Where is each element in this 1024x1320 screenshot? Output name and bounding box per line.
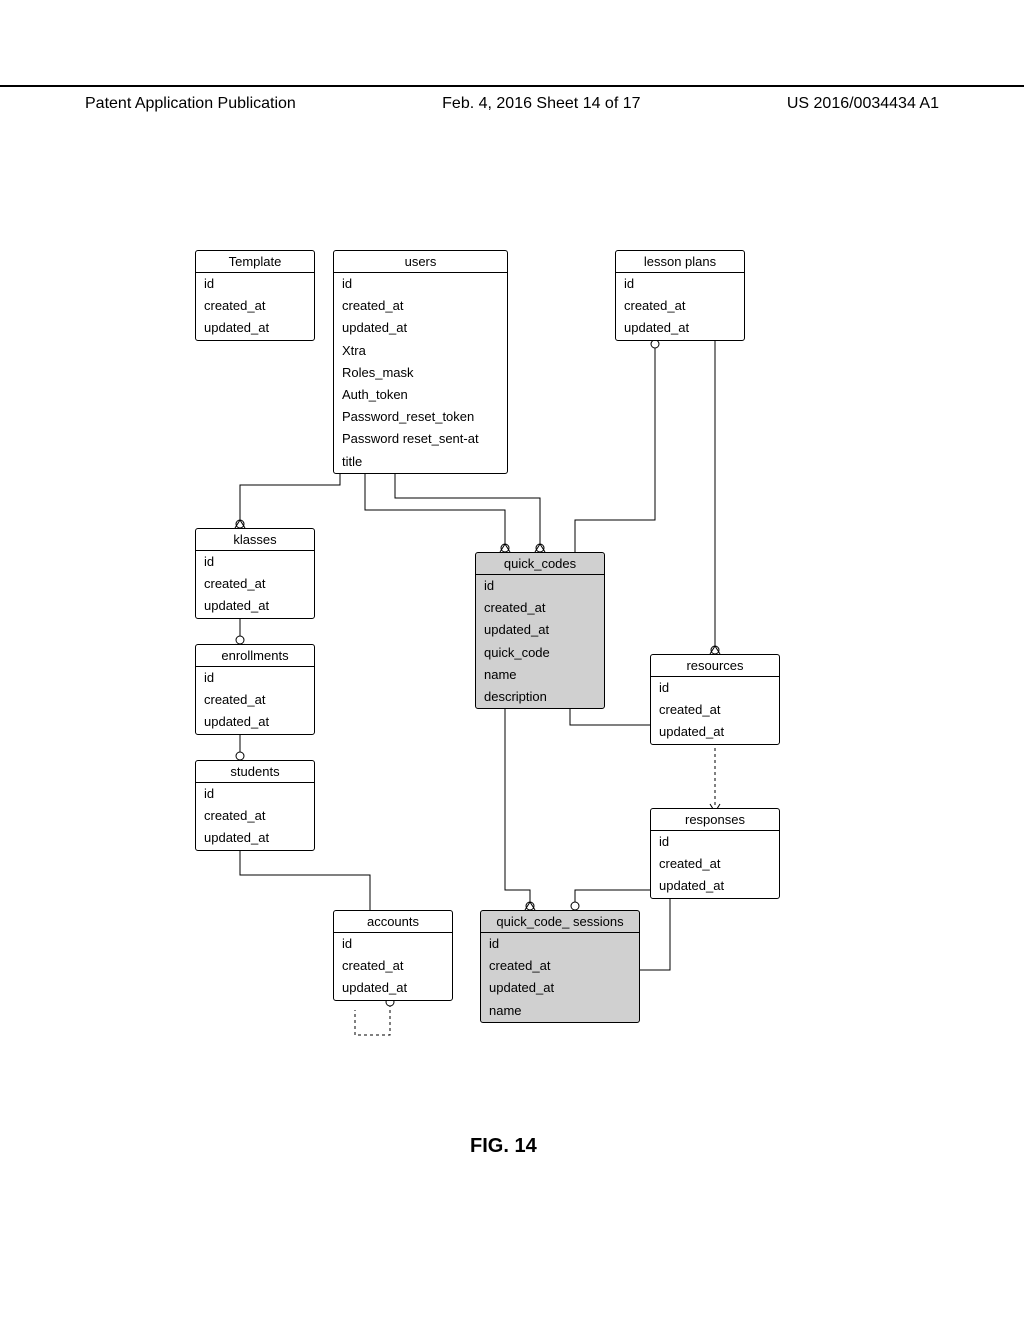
header-left: Patent Application Publication [85,95,296,113]
entity-quick-codes: quick_codes id created_at updated_at qui… [475,552,605,709]
entity-field: id [196,783,314,805]
entity-field: updated_at [651,721,779,743]
entity-field: updated_at [196,827,314,849]
entity-field: updated_at [481,977,639,999]
entity-field: created_at [196,689,314,711]
entity-field: Password reset_sent-at [334,428,507,450]
entity-title: resources [651,655,779,677]
entity-field: updated_at [196,595,314,617]
entity-field: id [651,677,779,699]
entity-title: enrollments [196,645,314,667]
entity-title: klasses [196,529,314,551]
entity-klasses: klasses id created_at updated_at [195,528,315,619]
entity-field: id [196,551,314,573]
entity-resources: resources id created_at updated_at [650,654,780,745]
header-right: US 2016/0034434 A1 [787,95,939,113]
er-diagram: Template id created_at updated_at users … [195,250,875,1080]
entity-title: accounts [334,911,452,933]
entity-field: created_at [476,597,604,619]
entity-title: quick_code_ sessions [481,911,639,933]
entity-responses: responses id created_at updated_at [650,808,780,899]
entity-field: updated_at [476,619,604,641]
entity-quick-code-sessions: quick_code_ sessions id created_at updat… [480,910,640,1023]
entity-field: created_at [651,853,779,875]
figure-label: FIG. 14 [470,1135,537,1158]
header-center: Feb. 4, 2016 Sheet 14 of 17 [442,95,640,113]
entity-enrollments: enrollments id created_at updated_at [195,644,315,735]
entity-field: Roles_mask [334,362,507,384]
entity-field: Xtra [334,340,507,362]
entity-field: created_at [196,573,314,595]
entity-field: id [481,933,639,955]
entity-field: id [651,831,779,853]
entity-field: Password_reset_token [334,406,507,428]
entity-accounts: accounts id created_at updated_at [333,910,453,1001]
entity-field: created_at [196,805,314,827]
entity-field: name [481,1000,639,1022]
entity-field: created_at [196,295,314,317]
entity-field: updated_at [651,875,779,897]
entity-lesson-plans: lesson plans id created_at updated_at [615,250,745,341]
entity-title: Template [196,251,314,273]
entity-field: quick_code [476,642,604,664]
entity-field: updated_at [196,317,314,339]
entity-field: created_at [651,699,779,721]
entity-field: created_at [334,295,507,317]
entity-field: updated_at [334,317,507,339]
entity-title: responses [651,809,779,831]
entity-field: description [476,686,604,708]
entity-field: id [476,575,604,597]
entity-field: id [334,273,507,295]
entity-field: updated_at [616,317,744,339]
entity-field: id [334,933,452,955]
entity-field: id [196,667,314,689]
entity-field: id [196,273,314,295]
entity-title: students [196,761,314,783]
entity-field: created_at [334,955,452,977]
entity-field: id [616,273,744,295]
entity-title: users [334,251,507,273]
entity-field: updated_at [334,977,452,999]
entity-template: Template id created_at updated_at [195,250,315,341]
entity-field: Auth_token [334,384,507,406]
entity-title: lesson plans [616,251,744,273]
entity-field: updated_at [196,711,314,733]
entity-field: created_at [481,955,639,977]
entity-field: created_at [616,295,744,317]
entity-field: title [334,451,507,473]
entity-users: users id created_at updated_at Xtra Role… [333,250,508,474]
page-header: Patent Application Publication Feb. 4, 2… [0,85,1024,113]
entity-students: students id created_at updated_at [195,760,315,851]
entity-title: quick_codes [476,553,604,575]
entity-field: name [476,664,604,686]
